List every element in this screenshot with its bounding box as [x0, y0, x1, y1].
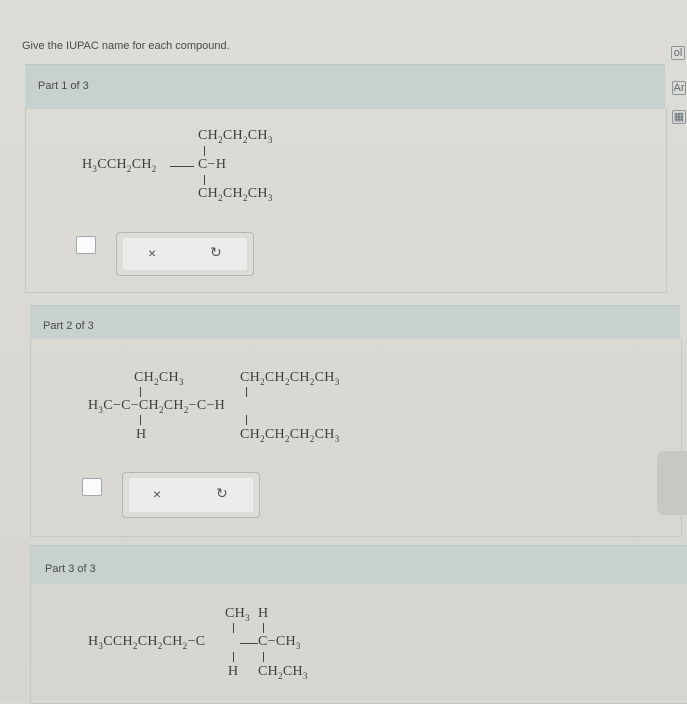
- part2-right-bottom-bond: [246, 415, 247, 425]
- part1-clear-icon[interactable]: ×: [148, 245, 156, 261]
- text-tool-icon[interactable]: Ar: [672, 81, 686, 95]
- part3-header: [30, 545, 687, 584]
- part1-center-carbon: C−H: [198, 157, 227, 172]
- part3-title: Part 3 of 3: [45, 563, 96, 575]
- part2-reset-icon[interactable]: ↻: [216, 485, 228, 502]
- part2-left-bottom-bond: [140, 415, 141, 425]
- periodic-table-icon[interactable]: ol: [671, 46, 685, 60]
- part1-tools-inner: [123, 238, 247, 270]
- part2-clear-icon[interactable]: ×: [153, 486, 161, 502]
- part3-top-ch3: CH3: [225, 606, 250, 623]
- part3-left-top-bond: [233, 623, 234, 633]
- part3-bottom-h: H: [228, 664, 239, 679]
- part1-top-bond: [204, 146, 205, 156]
- part1-reset-icon[interactable]: ↻: [210, 244, 222, 261]
- part3-right-bottom-bond: [263, 652, 264, 662]
- page-root: Give the IUPAC name for each compound. o…: [0, 0, 687, 704]
- part3-bottom-branch: CH2CH3: [258, 664, 308, 681]
- question-prompt: Give the IUPAC name for each compound.: [22, 40, 230, 52]
- part3-left-bottom-bond: [233, 652, 234, 662]
- part2-left-top-bond: [140, 387, 141, 397]
- part3-main-chain: H3CCH2CH2CH2−C: [88, 634, 206, 651]
- part3-top-h: H: [258, 606, 269, 621]
- part1-checkbox[interactable]: [76, 236, 96, 254]
- part3-right-carbon: C−CH3: [258, 634, 301, 651]
- part2-tools-inner: [129, 478, 253, 512]
- part3-right-top-bond: [263, 623, 264, 633]
- part2-right-bottom-branch: CH2CH2CH2CH3: [240, 427, 340, 444]
- part1-main-chain: H3CCH2CH2: [82, 157, 157, 174]
- part2-header: [30, 305, 680, 339]
- part2-checkbox[interactable]: [82, 478, 102, 496]
- part1-answer-tools: × ↻: [116, 232, 254, 276]
- part1-bottom-bond: [204, 175, 205, 185]
- part1-main-bond: [170, 166, 194, 167]
- calculator-icon[interactable]: ▦: [672, 110, 686, 124]
- part1-header: [25, 64, 665, 109]
- part1-top-branch: CH2CH2CH3: [198, 128, 273, 145]
- part2-left-bottom-h: H: [136, 427, 147, 442]
- part2-main-chain: H3C−C−CH2CH2−C−H: [88, 398, 226, 415]
- part2-title: Part 2 of 3: [43, 320, 94, 332]
- part1-title: Part 1 of 3: [38, 80, 89, 92]
- part2-left-top-branch: CH2CH3: [134, 370, 184, 387]
- scroll-tab[interactable]: [657, 451, 687, 515]
- part2-right-top-branch: CH2CH2CH2CH3: [240, 370, 340, 387]
- part2-answer-tools: × ↻: [122, 472, 260, 518]
- part2-right-top-bond: [246, 387, 247, 397]
- part1-bottom-branch: CH2CH2CH3: [198, 186, 273, 203]
- part3-center-bond: [240, 643, 258, 644]
